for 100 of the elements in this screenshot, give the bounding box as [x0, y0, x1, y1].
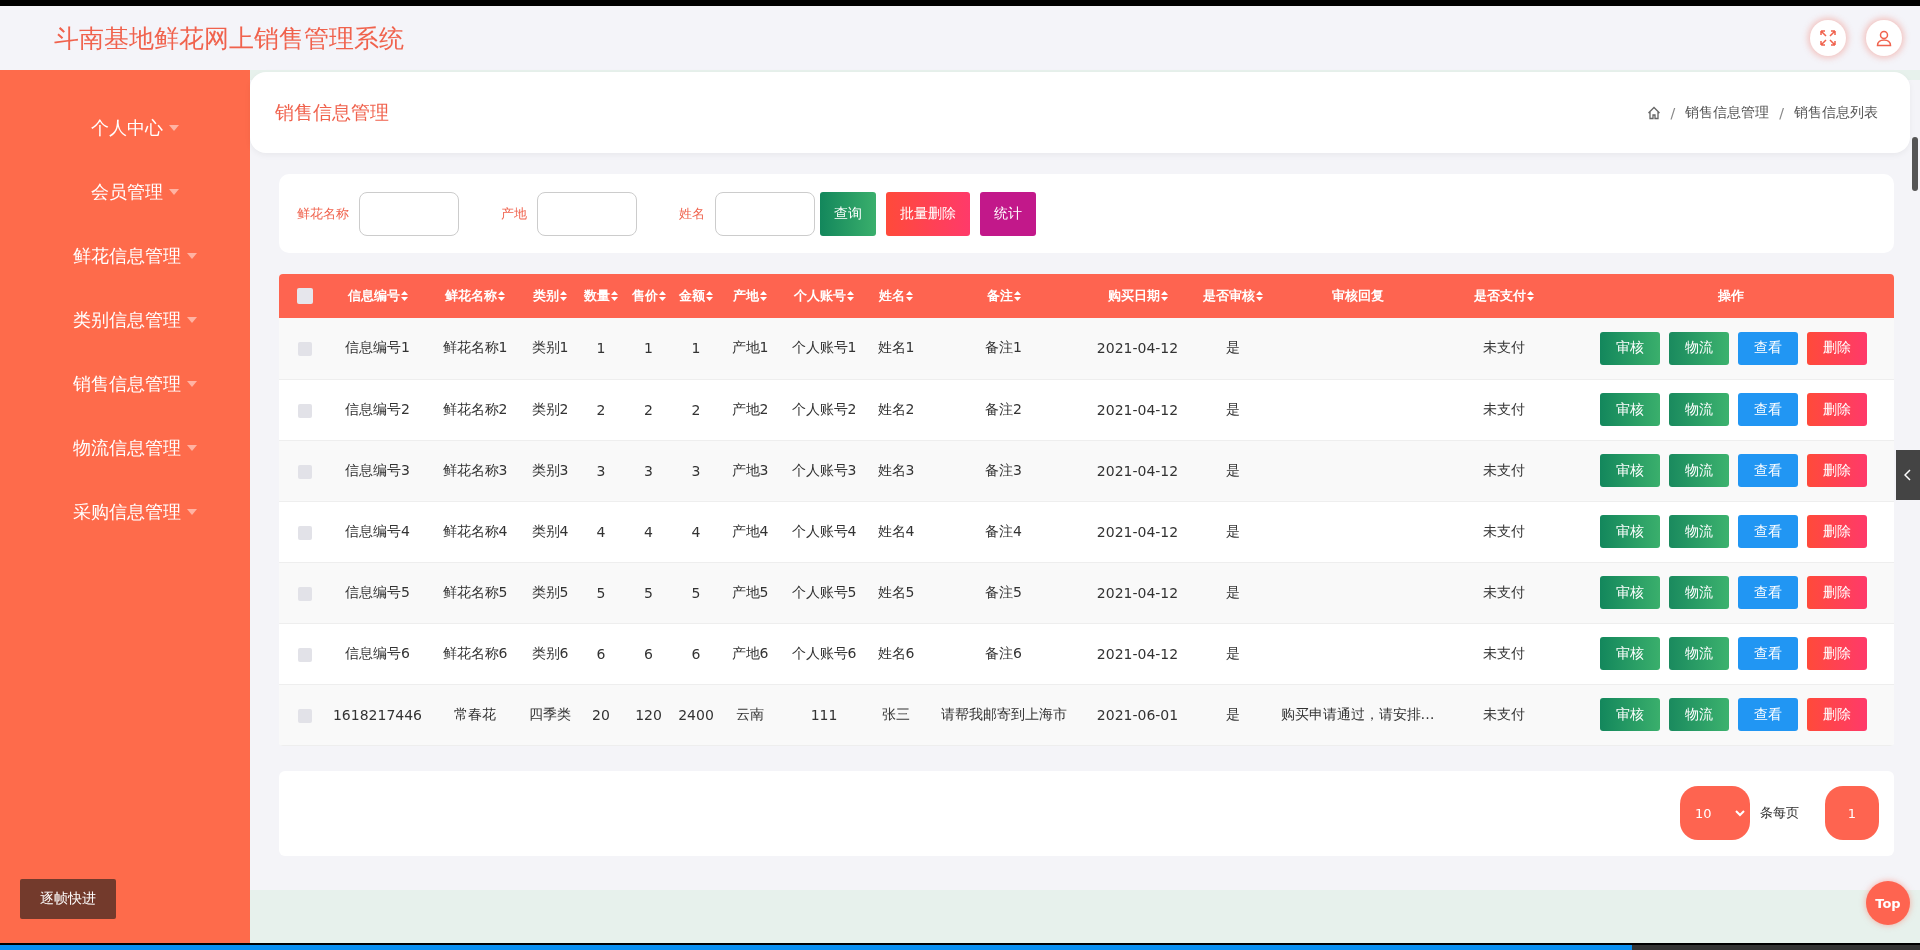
- sort-icon[interactable]: [1255, 291, 1263, 301]
- sidebar-item[interactable]: 类别信息管理: [20, 288, 250, 352]
- breadcrumb-item[interactable]: 销售信息管理: [1685, 103, 1770, 122]
- caret-icon: [169, 125, 179, 131]
- logistics-button[interactable]: 物流: [1668, 331, 1729, 365]
- column-header[interactable]: 产地: [733, 287, 759, 305]
- delete-button[interactable]: 删除: [1806, 576, 1867, 609]
- table-cell: 未支付: [1483, 583, 1525, 600]
- sort-icon[interactable]: [498, 291, 505, 301]
- review-button[interactable]: 审核: [1599, 576, 1660, 609]
- breadcrumb-separator: /: [1670, 104, 1676, 121]
- stats-button[interactable]: 统计: [980, 191, 1036, 236]
- table-cell: 2021-04-12: [1096, 523, 1179, 540]
- sort-icon[interactable]: [1013, 291, 1021, 301]
- caret-icon: [169, 189, 179, 195]
- sidebar-item[interactable]: 会员管理: [20, 160, 250, 224]
- review-button[interactable]: 审核: [1599, 698, 1660, 731]
- collapse-tab[interactable]: [1896, 450, 1920, 500]
- review-button[interactable]: 审核: [1599, 637, 1660, 670]
- view-button[interactable]: 查看: [1737, 393, 1798, 426]
- scrollbar-thumb[interactable]: [1912, 137, 1918, 191]
- table-cell: 备注3: [985, 461, 1022, 478]
- breadcrumb-item[interactable]: 销售信息列表: [1794, 103, 1878, 122]
- frame-step-button[interactable]: 逐帧快进: [20, 879, 116, 919]
- logistics-button[interactable]: 物流: [1668, 576, 1729, 609]
- table-cell: 未支付: [1483, 461, 1525, 478]
- view-button[interactable]: 查看: [1737, 637, 1798, 670]
- home-icon[interactable]: [1646, 105, 1661, 120]
- delete-button[interactable]: 删除: [1806, 637, 1867, 670]
- search-field[interactable]: [359, 191, 459, 236]
- select-all-checkbox[interactable]: [296, 288, 313, 305]
- video-progress-track[interactable]: [0, 943, 1920, 950]
- table-cell: 2021-04-12: [1096, 645, 1179, 662]
- page-size-select[interactable]: 10: [1680, 786, 1750, 840]
- delete-button[interactable]: 批量删除: [886, 191, 970, 236]
- table-cell: 4: [596, 523, 606, 540]
- user-icon[interactable]: [1866, 20, 1902, 56]
- search-field[interactable]: [715, 191, 815, 236]
- table-cell: 请帮我邮寄到上海市: [940, 705, 1067, 722]
- fullscreen-icon[interactable]: [1810, 20, 1846, 56]
- logistics-button[interactable]: 物流: [1668, 698, 1729, 731]
- delete-button[interactable]: 删除: [1806, 698, 1867, 731]
- sort-icon[interactable]: [760, 291, 767, 301]
- column-header[interactable]: 审核回复: [1331, 287, 1384, 305]
- delete-button[interactable]: 删除: [1806, 454, 1867, 487]
- delete-button[interactable]: 删除: [1806, 515, 1867, 548]
- sort-icon[interactable]: [906, 291, 913, 301]
- review-button[interactable]: 审核: [1599, 515, 1660, 548]
- sidebar-item[interactable]: 鲜花信息管理: [20, 224, 250, 288]
- caret-icon: [187, 381, 197, 387]
- logistics-button[interactable]: 物流: [1668, 637, 1729, 670]
- sidebar-item[interactable]: 销售信息管理: [20, 352, 250, 416]
- query-button[interactable]: 查询: [820, 191, 876, 236]
- row-checkbox[interactable]: [297, 525, 312, 540]
- sort-icon[interactable]: [706, 291, 713, 301]
- sidebar-item[interactable]: 个人中心: [20, 96, 250, 160]
- row-checkbox[interactable]: [297, 647, 312, 662]
- column-header[interactable]: 操作: [1718, 287, 1744, 305]
- table-cell: 6: [691, 645, 701, 662]
- menu-label: 物流信息管理: [73, 436, 181, 460]
- table-cell: 6: [596, 645, 606, 662]
- logistics-button[interactable]: 物流: [1668, 454, 1729, 487]
- column-header[interactable]: 是否支付: [1474, 287, 1526, 305]
- logistics-button[interactable]: 物流: [1668, 515, 1729, 548]
- table-cell: 2021-04-12: [1096, 584, 1179, 601]
- view-button[interactable]: 查看: [1737, 454, 1798, 487]
- review-button[interactable]: 审核: [1599, 393, 1660, 426]
- view-button[interactable]: 查看: [1737, 576, 1798, 609]
- review-button[interactable]: 审核: [1599, 331, 1660, 365]
- table-cell: 产地3: [731, 461, 769, 478]
- table-cell: 个人账号2: [791, 400, 857, 417]
- column-header[interactable]: 备注: [986, 287, 1013, 305]
- sort-icon[interactable]: [658, 291, 666, 301]
- menu-label: 鲜花信息管理: [73, 244, 181, 268]
- delete-button[interactable]: 删除: [1806, 393, 1867, 426]
- table-cell: 2: [644, 401, 653, 418]
- table-cell: 备注1: [985, 339, 1022, 356]
- page-title: 销售信息管理: [275, 99, 389, 125]
- sort-icon[interactable]: [400, 291, 408, 301]
- table-cell: 1618217446: [332, 706, 423, 723]
- table-cell: 是: [1225, 705, 1240, 722]
- sort-icon[interactable]: [560, 291, 567, 301]
- sidebar-item[interactable]: 采购信息管理: [20, 480, 250, 544]
- view-button[interactable]: 查看: [1737, 515, 1798, 548]
- view-button[interactable]: 查看: [1737, 698, 1798, 731]
- row-checkbox[interactable]: [297, 403, 312, 418]
- table-cell: 2400: [678, 706, 714, 723]
- sort-icon[interactable]: [1527, 291, 1534, 301]
- review-button[interactable]: 审核: [1599, 454, 1660, 487]
- delete-button[interactable]: 删除: [1806, 331, 1867, 365]
- page-number-button[interactable]: 1: [1825, 786, 1879, 840]
- view-button[interactable]: 查看: [1737, 331, 1798, 365]
- logistics-button[interactable]: 物流: [1668, 393, 1729, 426]
- sort-icon[interactable]: [847, 291, 854, 301]
- table-cell: 5: [691, 584, 701, 601]
- table-cell: 未支付: [1483, 339, 1525, 356]
- sidebar-item[interactable]: 物流信息管理: [20, 416, 250, 480]
- search-field[interactable]: [537, 191, 637, 236]
- sort-icon[interactable]: [1160, 291, 1168, 301]
- sort-icon[interactable]: [611, 291, 618, 301]
